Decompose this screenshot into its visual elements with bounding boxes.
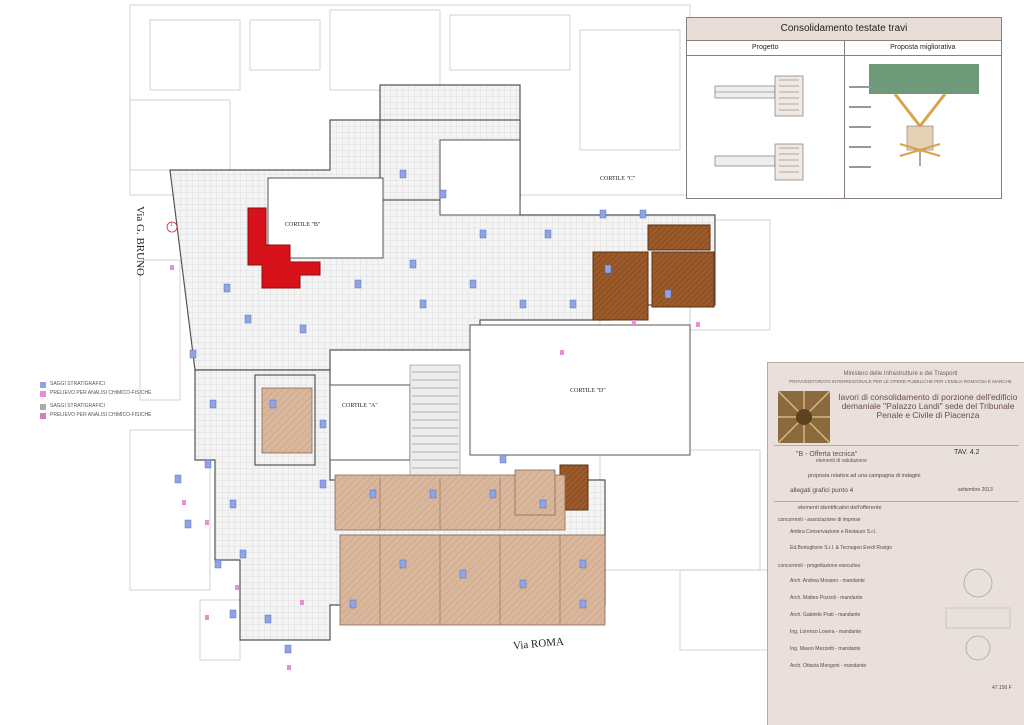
courtyard-label-d: CORTILE "D" [570, 388, 606, 394]
designer-4: Ing. Lorenzo Lovera - mandante [790, 629, 862, 635]
designers-header: concorrenti - progettazione esecutiva [778, 563, 860, 569]
street-label-west: Via G. BRUNO [133, 206, 146, 276]
courtyard-label-a: CORTILE "A" [342, 403, 378, 409]
drawing-code: 47.150 F [992, 685, 1012, 691]
proposal-text: proposta relativa ad una campagna di ind… [808, 473, 921, 479]
legend-label: PRELIEVO PER ANALISI CHIMICO-FISICHE [50, 390, 152, 396]
professional-stamps [945, 568, 1011, 661]
divider [774, 445, 1019, 446]
legend-swatch [40, 412, 46, 419]
legend-swatch [40, 381, 46, 388]
date-text: settembre 2013 [958, 487, 993, 493]
legend-swatch [40, 390, 46, 397]
legend-item: PRELIEVO PER ANALISI CHIMICO-FISICHE [40, 389, 151, 398]
offer-sub: elementi di valutazione [816, 458, 867, 464]
designer-5: Ing. Mauro Mezzetti - mandante [790, 646, 861, 652]
designer-3: Arch. Gabriele Prati - mandante [790, 612, 861, 618]
detail-title: Consolidamento testate travi [687, 18, 1001, 41]
detail-panel: Consolidamento testate travi Progetto Pr… [686, 17, 1002, 199]
tav-label: TAV. [954, 449, 968, 456]
detail-proposal-drawing [845, 56, 1002, 198]
designer-6: Arch. Ottavia Mengoni - mandante [790, 663, 867, 669]
tav-number: TAV. 4.2 [954, 449, 980, 456]
detail-columns: Progetto Proposta migliorativa [687, 41, 1001, 56]
legend-label: PRELIEVO PER ANALISI CHIMICO-FISICHE [50, 412, 152, 418]
divider [774, 501, 1019, 502]
courtyard-label-b: CORTILE "B" [285, 222, 321, 228]
detail-project-drawing [687, 56, 845, 198]
project-title: lavori di consolidamento di porzione del… [838, 392, 1018, 420]
attachments-text: allegati grafici punto 4 [790, 487, 854, 494]
beam-section-drawing [714, 75, 804, 181]
legend-label: SAGGI STRATIGRAFICI [50, 381, 105, 387]
tav-value: 4.2 [969, 449, 980, 456]
companies-header: concorrenti - associazione di imprese [778, 517, 861, 523]
beam-reinforcement-drawing [848, 64, 979, 168]
designer-1: Arch. Andrea Mosano - mandante [790, 578, 865, 584]
title-block: Ministero delle Infrastrutture e dei Tra… [767, 362, 1024, 725]
legend-label: SAGGI STRATIGRAFICI [50, 403, 105, 409]
company-2: Ed.Bortoglione S.r.l. & Tecnogeo Eredi R… [790, 545, 892, 551]
detail-col-left: Progetto [687, 41, 845, 55]
courtyard-label-c: CORTILE "C" [600, 176, 636, 182]
ceiling-photo [777, 390, 831, 444]
street-marker-number: 1 [170, 222, 173, 228]
ministry-header: Ministero delle Infrastrutture e dei Tra… [782, 371, 1019, 385]
legend-item: PRELIEVO PER ANALISI CHIMICO-FISICHE [40, 411, 151, 420]
ministry-line2: PROVVEDITORATO INTERREGIONALE PER LE OPE… [789, 379, 1012, 384]
ministry-line1: Ministero delle Infrastrutture e dei Tra… [843, 371, 958, 377]
staircase [409, 364, 461, 481]
offer-title: "B - Offerta tecnica" elementi di valuta… [796, 451, 867, 464]
legend: SAGGI STRATIGRAFICI PRELIEVO PER ANALISI… [40, 380, 151, 420]
legend-item: SAGGI STRATIGRAFICI [40, 380, 151, 389]
legend-item: SAGGI STRATIGRAFICI [40, 402, 151, 411]
designer-2: Arch. Matteo Pozzoli - mandante [790, 595, 863, 601]
detail-body [687, 56, 1001, 198]
company-1: Ambra Conservazione e Restauro S.r.l. [790, 529, 877, 535]
detail-col-right: Proposta migliorativa [890, 44, 956, 51]
legend-swatch [40, 403, 46, 410]
offer-label: "B - Offerta tecnica" [796, 451, 858, 458]
offerer-section: elementi identificativi dell'offerente [798, 505, 882, 511]
